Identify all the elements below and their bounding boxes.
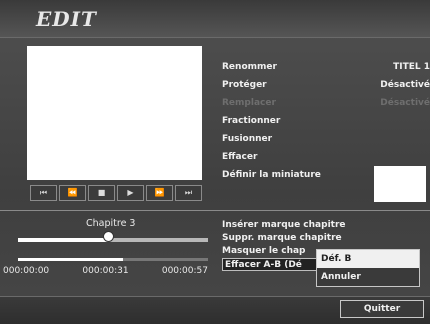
thumbnail-preview (374, 166, 426, 202)
menu-item-set-thumbnail[interactable]: Définir la miniature (222, 166, 392, 184)
chapter-track-fill (18, 238, 109, 242)
fast-rewind-button[interactable]: ⏪ (59, 185, 86, 201)
time-start: 000:00:00 (3, 266, 50, 276)
fast-forward-button[interactable]: ⏩ (146, 185, 173, 201)
video-preview (27, 46, 202, 180)
time-progress-fill (18, 258, 123, 261)
menu-item-remove-chapter-mark[interactable]: Suppr. marque chapitre (222, 232, 422, 245)
chapter-marker[interactable] (103, 231, 114, 242)
title-bar: EDIT (0, 0, 430, 38)
ab-popup-menu: Déf. B Annuler (316, 249, 420, 287)
stop-button[interactable]: ■ (88, 185, 115, 201)
timecodes: 000:00:00 000:00:31 000:00:57 (3, 266, 208, 276)
page-title: EDIT (36, 7, 97, 31)
menu-values: TITEL 1 Désactivé Désactivé (348, 58, 430, 112)
value-protect: Désactivé (380, 80, 430, 90)
menu-item-split[interactable]: Fractionner (222, 112, 392, 130)
value-replace: Désactivé (380, 98, 430, 108)
edit-screen: EDIT ⏮ ⏪ ■ ▶ ⏩ ⏭ Renommer Protéger Rempl… (0, 0, 430, 324)
skip-forward-button[interactable]: ⏭ (175, 185, 202, 201)
menu-item-insert-chapter-mark[interactable]: Insérer marque chapitre (222, 219, 422, 232)
popup-option-cancel[interactable]: Annuler (317, 268, 419, 286)
chapter-label: Chapitre 3 (86, 218, 136, 229)
play-button[interactable]: ▶ (117, 185, 144, 201)
time-end: 000:00:57 (161, 266, 208, 276)
quit-button[interactable]: Quitter (340, 300, 424, 318)
playback-controls: ⏮ ⏪ ■ ▶ ⏩ ⏭ (30, 185, 202, 201)
menu-item-delete[interactable]: Effacer (222, 148, 392, 166)
time-current: 000:00:31 (82, 266, 129, 276)
divider (0, 210, 430, 211)
value-title: TITEL 1 (393, 62, 430, 72)
rewind-button[interactable]: ⏮ (30, 185, 57, 201)
popup-option-set-b[interactable]: Déf. B (317, 250, 419, 268)
time-progress-bar (18, 258, 208, 261)
menu-item-merge[interactable]: Fusionner (222, 130, 392, 148)
menu-item-delete-a-b[interactable]: Effacer A-B (Dé (222, 258, 318, 271)
